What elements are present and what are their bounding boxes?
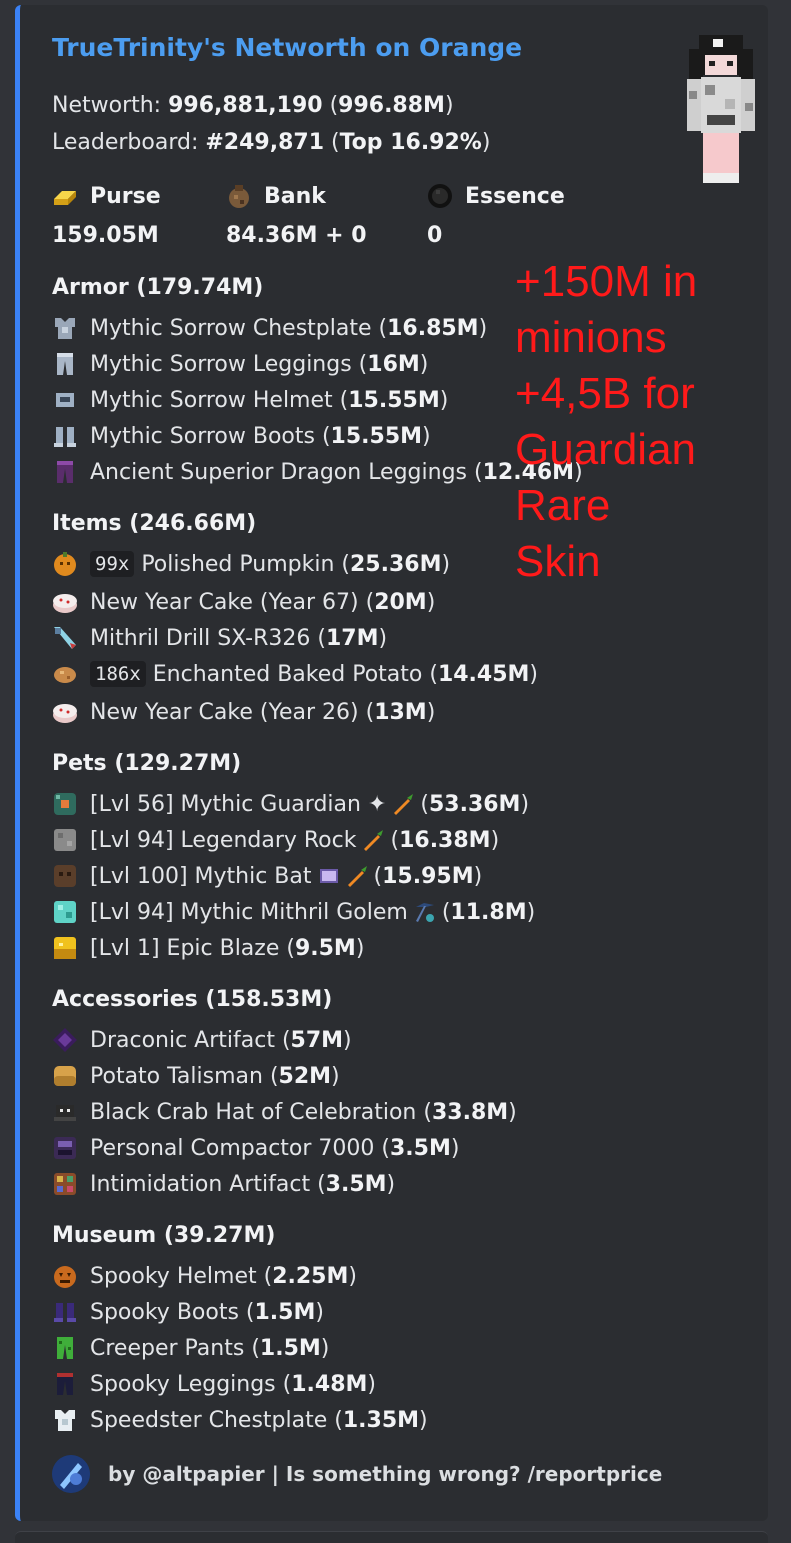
accessory-item: Draconic Artifact (57M) bbox=[52, 1027, 352, 1053]
accessory-item: Potato Talisman (52M) bbox=[52, 1063, 340, 1089]
player-skin-thumbnail bbox=[687, 35, 755, 183]
pet-item: [Lvl 1] Epic Blaze (9.5M) bbox=[52, 935, 364, 961]
footer-avatar-icon bbox=[52, 1455, 90, 1493]
baked-potato-icon bbox=[54, 667, 76, 683]
networth-line: Networth: 996,881,190 (996.88M) bbox=[52, 93, 454, 118]
carrot-icon bbox=[347, 866, 367, 887]
spooky-leggings-icon bbox=[57, 1373, 73, 1395]
leaderboard-top: Top 16.92% bbox=[339, 130, 482, 155]
embed-body: TrueTrinity's Networth on Orange Networt… bbox=[52, 5, 768, 1521]
cake-icon bbox=[53, 704, 77, 723]
armor-item: Ancient Superior Dragon Leggings (12.46M… bbox=[52, 459, 583, 485]
embed-footer: by @altpapier | Is something wrong? /rep… bbox=[52, 1455, 662, 1493]
purse-value: 159.05M bbox=[52, 223, 159, 248]
networth-label: Networth: bbox=[52, 93, 169, 118]
next-message-edge bbox=[15, 1531, 768, 1543]
pet-item: [Lvl 94] Legendary Rock (16.38M) bbox=[52, 827, 499, 853]
item-count-badge: 186x bbox=[90, 661, 146, 687]
inventory-item: 99x Polished Pumpkin (25.36M) bbox=[52, 551, 450, 577]
rock-icon bbox=[54, 829, 76, 851]
essence-icon bbox=[428, 184, 452, 208]
book-icon bbox=[319, 869, 338, 883]
field-essence: Essence bbox=[427, 183, 565, 209]
bank-bag-icon bbox=[229, 185, 249, 208]
networth-embed: TrueTrinity's Networth on Orange Networt… bbox=[15, 5, 768, 1521]
boots-icon bbox=[54, 427, 76, 447]
pet-item: [Lvl 56] Mythic Guardian ✦ (53.36M) bbox=[52, 791, 529, 817]
embed-title[interactable]: TrueTrinity's Networth on Orange bbox=[52, 33, 522, 62]
museum-section-title: Museum (39.27M) bbox=[52, 1223, 276, 1248]
creeper-pants-icon bbox=[57, 1337, 73, 1359]
draconic-artifact-icon bbox=[53, 1028, 77, 1052]
networth-short: (996.88M) bbox=[322, 93, 454, 118]
pets-section-title: Pets (129.27M) bbox=[52, 751, 242, 776]
leaderboard-rank: #249,871 bbox=[205, 130, 325, 155]
spooky-helmet-icon bbox=[54, 1266, 76, 1288]
items-section-title: Items (246.66M) bbox=[52, 511, 257, 536]
golem-icon bbox=[54, 901, 76, 923]
bank-value: 84.36M + 0 bbox=[226, 223, 367, 248]
carrot-icon bbox=[364, 830, 384, 851]
carrot-icon bbox=[394, 794, 414, 815]
essence-value: 0 bbox=[427, 223, 443, 248]
museum-item: Spooky Helmet (2.25M) bbox=[52, 1263, 357, 1289]
networth-value: 996,881,190 bbox=[168, 93, 323, 118]
footer-text: by @altpapier | Is something wrong? /rep… bbox=[108, 1462, 663, 1486]
crab-hat-icon bbox=[54, 1105, 76, 1121]
armor-item: Mythic Sorrow Helmet (15.55M) bbox=[52, 387, 448, 413]
guardian-icon bbox=[54, 793, 76, 815]
accessory-item: Personal Compactor 7000 (3.5M) bbox=[52, 1135, 459, 1161]
chestplate-icon bbox=[55, 318, 75, 339]
leaderboard-line: Leaderboard: #249,871 (Top 16.92%) bbox=[52, 130, 491, 155]
helmet-icon bbox=[56, 393, 74, 407]
armor-item: Mythic Sorrow Leggings (16M) bbox=[52, 351, 428, 377]
inventory-item: New Year Cake (Year 67) (20M) bbox=[52, 589, 435, 615]
footer-avatar bbox=[52, 1455, 90, 1493]
inventory-item: 186x Enchanted Baked Potato (14.45M) bbox=[52, 661, 538, 687]
armor-section-title: Armor (179.74M) bbox=[52, 275, 264, 300]
inventory-item: New Year Cake (Year 26) (13M) bbox=[52, 699, 435, 725]
field-bank: Bank bbox=[226, 183, 326, 209]
armor-item: Mythic Sorrow Boots (15.55M) bbox=[52, 423, 431, 449]
speedster-chestplate-icon bbox=[55, 1410, 75, 1431]
accessory-item: Black Crab Hat of Celebration (33.8M) bbox=[52, 1099, 517, 1125]
museum-item: Creeper Pants (1.5M) bbox=[52, 1335, 329, 1361]
inventory-item: Mithril Drill SX-R326 (17M) bbox=[52, 625, 387, 651]
pumpkin-icon bbox=[54, 552, 76, 576]
field-purse: Purse bbox=[52, 183, 161, 209]
leggings-icon bbox=[57, 353, 73, 375]
potato-talisman-icon bbox=[54, 1066, 76, 1086]
pickaxe-icon bbox=[415, 903, 434, 922]
armor-item: Mythic Sorrow Chestplate (16.85M) bbox=[52, 315, 487, 341]
spooky-boots-icon bbox=[54, 1303, 76, 1322]
red-annotation: +150M in minions +4,5B for Guardian Rare… bbox=[515, 257, 698, 586]
accessory-item: Intimidation Artifact (3.5M) bbox=[52, 1171, 395, 1197]
item-count-badge: 99x bbox=[90, 551, 135, 577]
dragon-leggings-icon bbox=[57, 461, 73, 483]
blaze-icon bbox=[54, 937, 76, 959]
compactor-icon bbox=[54, 1137, 76, 1159]
pet-item: [Lvl 100] Mythic Bat (15.95M) bbox=[52, 863, 482, 889]
accessories-section-title: Accessories (158.53M) bbox=[52, 987, 333, 1012]
bat-icon bbox=[54, 865, 76, 887]
museum-item: Spooky Boots (1.5M) bbox=[52, 1299, 324, 1325]
gold-ingot-icon bbox=[54, 191, 76, 205]
leaderboard-label: Leaderboard: bbox=[52, 130, 206, 155]
museum-item: Spooky Leggings (1.48M) bbox=[52, 1371, 376, 1397]
pet-item: [Lvl 94] Mythic Mithril Golem (11.8M) bbox=[52, 899, 535, 925]
intimidation-artifact-icon bbox=[54, 1173, 76, 1195]
drill-icon bbox=[54, 627, 76, 649]
museum-item: Speedster Chestplate (1.35M) bbox=[52, 1407, 428, 1433]
cake-icon bbox=[53, 594, 77, 613]
